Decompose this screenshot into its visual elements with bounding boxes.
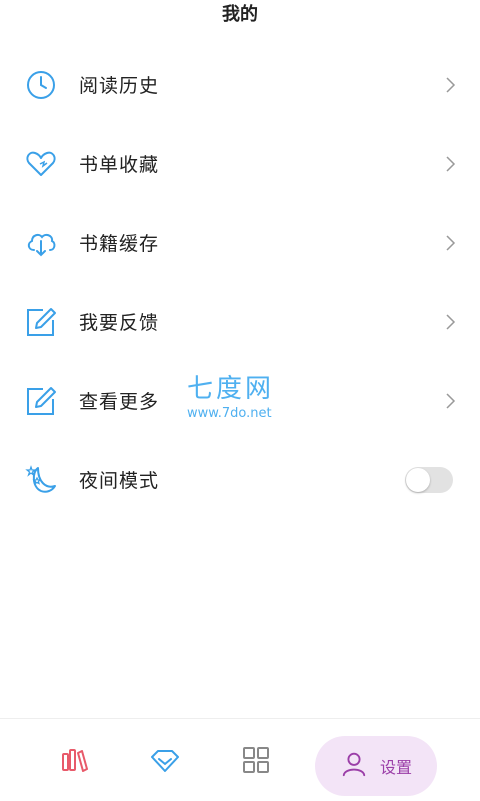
chevron-right-icon — [444, 313, 456, 331]
tab-bookshelf[interactable] — [45, 719, 105, 801]
tab-settings[interactable]: 设置 — [315, 736, 437, 796]
menu-item-booklist-favorites[interactable]: 书单收藏 — [0, 124, 480, 203]
menu-item-book-cache[interactable]: 书籍缓存 — [0, 203, 480, 282]
toggle-knob — [406, 467, 430, 492]
tab-settings-label: 设置 — [379, 758, 412, 777]
edit-icon — [24, 305, 58, 339]
cloud-download-icon — [24, 226, 58, 260]
menu-item-label: 夜间模式 — [79, 470, 160, 492]
menu-item-label: 书籍缓存 — [79, 233, 160, 255]
chevron-right-icon — [444, 392, 456, 410]
tab-discover[interactable] — [135, 719, 195, 801]
menu-item-reading-history[interactable]: 阅读历史 — [0, 45, 480, 124]
bookshelf-icon — [60, 745, 90, 775]
menu-item-night-mode: 夜间模式 — [0, 440, 480, 519]
night-mode-toggle[interactable] — [405, 466, 453, 493]
page-title: 我的 — [222, 4, 258, 25]
moon-stars-icon — [24, 463, 58, 497]
heart-icon — [24, 147, 58, 181]
settings-menu: 阅读历史 书单收藏 书籍缓存 我要反馈 查看更多 夜间模式 — [0, 45, 480, 519]
watermark-url: www.7do.net — [187, 406, 272, 421]
chevron-right-icon — [444, 76, 456, 94]
chevron-right-icon — [444, 234, 456, 252]
watermark-title: 七度网 — [187, 374, 275, 404]
tab-categories[interactable] — [226, 719, 286, 801]
menu-item-label: 书单收藏 — [79, 154, 160, 176]
watermark: 七度网 www.7do.net — [187, 373, 307, 429]
menu-item-feedback[interactable]: 我要反馈 — [0, 282, 480, 361]
diamond-icon — [150, 745, 180, 775]
menu-item-label: 查看更多 — [79, 391, 160, 413]
clock-icon — [24, 68, 58, 102]
menu-item-label: 我要反馈 — [79, 312, 160, 334]
edit-icon — [24, 384, 58, 418]
menu-item-label: 阅读历史 — [79, 75, 160, 97]
bottom-tab-bar: 设置 — [0, 718, 480, 801]
chevron-right-icon — [444, 155, 456, 173]
grid-icon — [241, 745, 271, 775]
person-icon — [340, 750, 368, 782]
